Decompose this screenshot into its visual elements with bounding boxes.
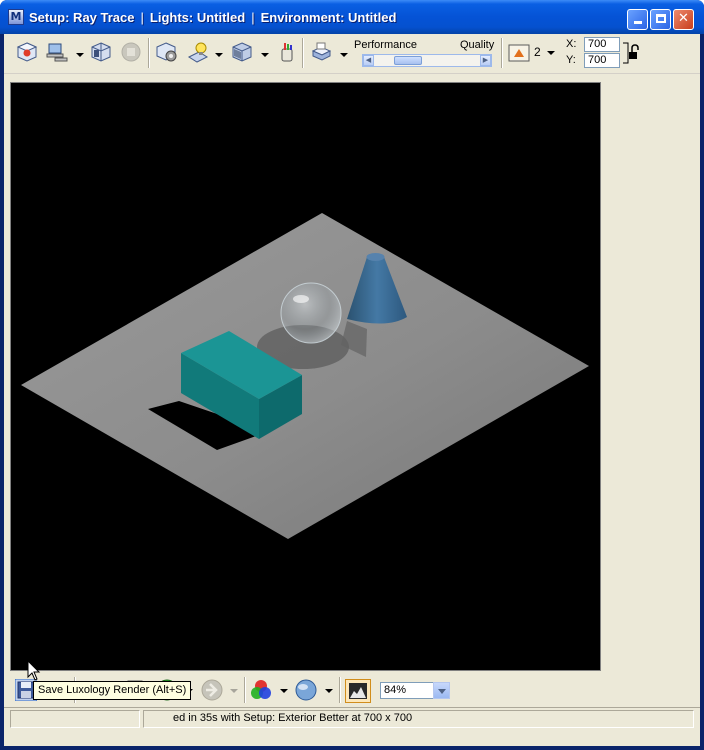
y-label: Y: — [566, 54, 576, 66]
performance-label: Performance — [354, 39, 417, 51]
title-lights: Lights: Untitled — [149, 10, 246, 25]
color-channels-dropdown[interactable] — [280, 689, 288, 693]
toolbar-separator — [339, 677, 341, 703]
paint-icon[interactable] — [276, 41, 298, 63]
forward-dropdown[interactable] — [230, 689, 238, 693]
render-image — [21, 213, 589, 539]
status-pane-left — [10, 710, 140, 728]
toolbar-separator — [302, 38, 304, 68]
title-separator: | — [140, 10, 144, 25]
antialias-dropdown[interactable] — [547, 51, 555, 55]
glass-sphere — [280, 282, 342, 344]
zoom-dropdown-button[interactable] — [433, 682, 450, 699]
slider-left-arrow-icon[interactable]: ◀ — [363, 55, 374, 66]
maximize-icon — [655, 14, 666, 23]
network-render-dropdown[interactable] — [76, 53, 84, 57]
performance-quality-slider[interactable]: ◀ ▶ — [362, 54, 492, 67]
client-area: Performance Quality ◀ ▶ 2 X: 700 Y: 700 — [4, 34, 700, 746]
globe-icon[interactable] — [295, 679, 317, 701]
render-settings-icon[interactable] — [90, 41, 112, 63]
environment-dropdown[interactable] — [261, 53, 269, 57]
antialias-value: 2 — [534, 45, 541, 59]
title-setup: Setup: Ray Trace — [29, 10, 135, 25]
zoom-input[interactable]: 84% — [380, 682, 434, 699]
histogram-icon[interactable] — [345, 679, 371, 703]
toolbar-separator — [501, 38, 503, 68]
mouse-cursor-icon — [27, 660, 41, 681]
title-environment: Environment: Untitled — [260, 10, 397, 25]
stop-render-icon[interactable] — [120, 41, 142, 63]
close-icon: ✕ — [678, 11, 689, 26]
x-label: X: — [566, 38, 577, 50]
floor-plane — [21, 213, 589, 539]
title-bar[interactable]: M Setup: Ray Trace | Lights: Untitled | Envi… — [0, 0, 704, 34]
window-title: Setup: Ray Trace | Lights: Untitled | Enviro… — [29, 10, 396, 25]
top-toolbar: Performance Quality ◀ ▶ 2 X: 700 Y: 700 — [4, 34, 700, 74]
toolbar-separator — [244, 677, 246, 703]
lights-dropdown[interactable] — [215, 53, 223, 57]
render-window: M Setup: Ray Trace | Lights: Untitled | Envi… — [0, 0, 704, 750]
slider-right-arrow-icon[interactable]: ▶ — [480, 55, 491, 66]
y-size-input[interactable]: 700 — [584, 53, 620, 68]
render-icon[interactable] — [16, 41, 38, 63]
save-tooltip: Save Luxology Render (Alt+S) — [33, 681, 192, 700]
quality-label: Quality — [460, 39, 495, 51]
color-channels-icon[interactable] — [250, 679, 272, 701]
minimize-button[interactable] — [627, 9, 648, 30]
app-icon[interactable]: M — [8, 9, 24, 25]
printer-dropdown[interactable] — [340, 53, 348, 57]
sphere-highlight — [293, 295, 309, 303]
slider-thumb[interactable] — [393, 56, 422, 65]
close-button[interactable]: ✕ — [673, 9, 694, 30]
forward-arrow-icon[interactable] — [201, 679, 223, 701]
maximize-button[interactable] — [650, 9, 671, 30]
title-separator: | — [251, 10, 255, 25]
setup-icon[interactable] — [156, 41, 178, 63]
toolbar-separator — [148, 38, 150, 68]
network-render-icon[interactable] — [46, 41, 68, 63]
lights-icon[interactable] — [187, 41, 209, 63]
minimize-icon — [633, 21, 642, 24]
lock-aspect-icon[interactable] — [622, 40, 644, 66]
cone-top — [366, 253, 385, 261]
status-text: ed in 35s with Setup: Exterior Better at… — [173, 712, 413, 724]
x-size-input[interactable]: 700 — [584, 37, 620, 52]
antialias-icon[interactable] — [508, 42, 530, 64]
printer-icon[interactable] — [310, 41, 332, 63]
globe-dropdown[interactable] — [325, 689, 333, 693]
render-viewport[interactable] — [10, 82, 601, 671]
status-bar: ed in 35s with Setup: Exterior Better at… — [4, 707, 700, 729]
environment-icon[interactable] — [231, 41, 253, 63]
